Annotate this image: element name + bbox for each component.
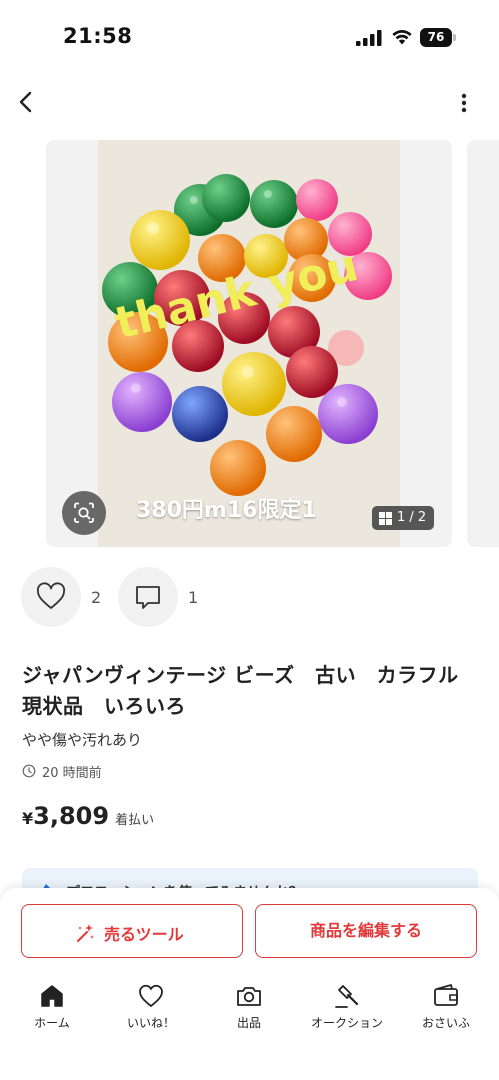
heart-icon (36, 582, 66, 609)
gavel-icon (335, 985, 359, 1008)
wallet-icon (434, 984, 458, 1006)
tab-wallet[interactable]: おさいふ (401, 980, 491, 1040)
like-button[interactable] (21, 567, 81, 627)
beads-photo-image (98, 140, 400, 547)
comment-button[interactable] (118, 567, 178, 627)
battery-level: 76 (420, 28, 452, 47)
grid-icon (379, 512, 392, 525)
posted-time-text: 20 時間前 (42, 766, 102, 781)
tab-likes-label: いいね！ (126, 1016, 175, 1030)
sell-tool-button[interactable]: 売るツール (21, 904, 243, 958)
image-search-button[interactable] (62, 491, 106, 535)
page-indicator-text: 1 / 2 (397, 510, 427, 525)
tab-sell[interactable]: 出品 (204, 980, 294, 1040)
tab-home-label: ホーム (34, 1016, 70, 1030)
cellular-signal-icon (356, 30, 382, 46)
wifi-icon (392, 30, 412, 45)
vertical-ellipsis-icon[interactable] (455, 90, 473, 116)
item-price: ¥3,809 着払い (22, 802, 154, 830)
tab-wallet-label: おさいふ (421, 1016, 470, 1030)
tab-sell-label: 出品 (236, 1016, 261, 1030)
price-currency: ¥ (22, 809, 34, 828)
tab-auction[interactable]: オークション (302, 980, 392, 1040)
page-indicator: 1 / 2 (372, 506, 434, 530)
magic-wand-icon (77, 924, 94, 942)
chevron-left-icon[interactable] (14, 88, 40, 116)
battery-icon: 76 (420, 28, 456, 47)
status-time: 21:58 (63, 24, 133, 48)
tab-home[interactable]: ホーム (7, 980, 97, 1040)
next-image-peek[interactable] (467, 140, 499, 547)
image-search-icon (74, 502, 94, 523)
item-title: ジャパンヴィンテージ ビーズ 古い カラフル 現状品 いろいろ (22, 663, 480, 718)
comment-icon (136, 586, 160, 609)
edit-item-button[interactable]: 商品を編集する (255, 904, 477, 958)
status-bar: 21:58 76 (0, 0, 499, 70)
image-carousel[interactable]: thank you 380円m16限定1 1 / 2 (46, 140, 452, 547)
product-photo[interactable]: thank you 380円m16限定1 (98, 140, 400, 547)
sell-tool-label: 売るツール (104, 925, 184, 944)
like-count: 2 (91, 588, 102, 607)
price-amount: 3,809 (33, 802, 110, 830)
camera-icon (237, 987, 261, 1006)
tab-likes[interactable]: いいね！ (106, 980, 196, 1040)
tab-auction-label: オークション (310, 1016, 383, 1030)
comment-count: 1 (188, 588, 199, 607)
shipping-fee-label: 着払い (115, 813, 155, 828)
heart-icon (139, 984, 163, 1007)
item-condition: やや傷や汚れあり (22, 731, 143, 749)
clock-icon (22, 764, 36, 778)
home-icon (41, 985, 63, 1007)
